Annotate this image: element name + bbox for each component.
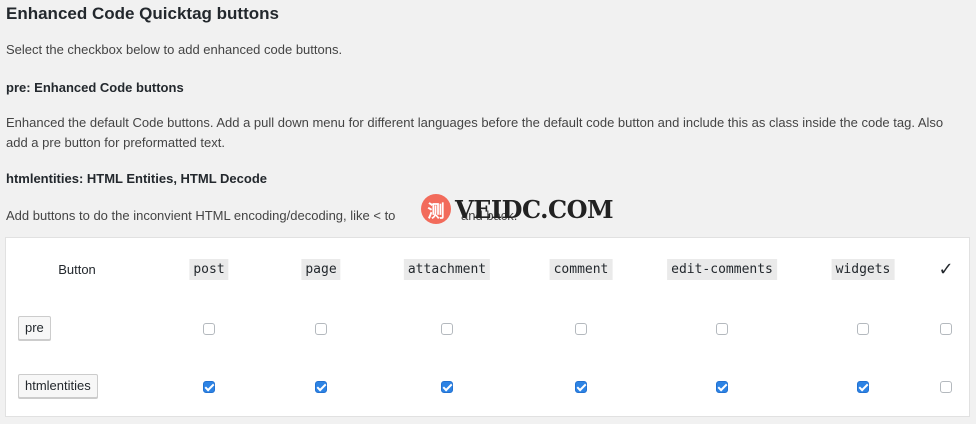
pre-page-checkbox[interactable]: [315, 323, 327, 335]
pre-quicktag-button[interactable]: pre: [18, 316, 51, 340]
cell-post: [203, 374, 215, 400]
table-row: pre: [6, 316, 969, 342]
cell-all: [940, 374, 952, 400]
header-post: post: [189, 258, 229, 280]
page-title: Enhanced Code Quicktag buttons: [6, 4, 279, 23]
cell-comment: [575, 374, 587, 400]
pre-edit-comments-checkbox[interactable]: [716, 323, 728, 335]
cell-post: [203, 316, 215, 342]
cell-edit-comments: [716, 374, 728, 400]
htmlentities-edit-comments-checkbox[interactable]: [716, 381, 728, 393]
pre-attachment-checkbox[interactable]: [441, 323, 453, 335]
header-button-col: Button: [58, 254, 96, 284]
pre-comment-checkbox[interactable]: [575, 323, 587, 335]
cell-attachment: [441, 316, 453, 342]
header-col-comment: comment: [549, 254, 613, 284]
header-col-widgets: widgets: [831, 254, 895, 284]
watermark-logo-icon: 测: [421, 194, 451, 224]
header-attachment: attachment: [403, 258, 491, 280]
htmlentities-description-text: Add buttons to do the inconvient HTML en…: [6, 208, 396, 223]
cell-edit-comments: [716, 316, 728, 342]
checkmark-icon: ✓: [938, 258, 954, 279]
cell-page: [315, 374, 327, 400]
htmlentities-widgets-checkbox[interactable]: [857, 381, 869, 393]
pre-widgets-checkbox[interactable]: [857, 323, 869, 335]
header-button-label: Button: [58, 261, 96, 277]
settings-table: Button post page attachment comment edit…: [5, 237, 970, 417]
header-col-page: page: [301, 254, 341, 284]
cell-widgets: [857, 316, 869, 342]
pre-description: Enhanced the default Code buttons. Add a…: [6, 115, 944, 150]
htmlentities-attachment-checkbox[interactable]: [441, 381, 453, 393]
htmlentities-quicktag-button[interactable]: htmlentities: [18, 374, 98, 398]
htmlentities-page-checkbox[interactable]: [315, 381, 327, 393]
header-col-post: post: [189, 254, 229, 284]
header-edit-comments: edit-comments: [667, 258, 777, 280]
intro-text: Select the checkbox below to add enhance…: [6, 42, 343, 57]
header-col-edit-comments: edit-comments: [667, 254, 777, 284]
table-row: htmlentities: [6, 374, 969, 400]
htmlentities-all-checkbox[interactable]: [940, 381, 952, 393]
pre-all-checkbox[interactable]: [940, 323, 952, 335]
header-col-attachment: attachment: [403, 254, 491, 284]
htmlentities-post-checkbox[interactable]: [203, 381, 215, 393]
watermark-text: VEIDC.COM: [455, 194, 614, 224]
header-page: page: [301, 258, 341, 280]
header-comment: comment: [549, 258, 613, 280]
table-header: Button post page attachment comment edit…: [6, 254, 969, 284]
cell-all: [940, 316, 952, 342]
header-widgets: widgets: [831, 258, 895, 280]
pre-heading: pre: Enhanced Code buttons: [6, 80, 184, 95]
cell-comment: [575, 316, 587, 342]
cell-attachment: [441, 374, 453, 400]
htmlentities-comment-checkbox[interactable]: [575, 381, 587, 393]
header-col-all: ✓: [938, 254, 953, 284]
cell-page: [315, 316, 327, 342]
pre-post-checkbox[interactable]: [203, 323, 215, 335]
watermark: 测 VEIDC.COM: [421, 194, 614, 224]
cell-widgets: [857, 374, 869, 400]
htmlentities-heading: htmlentities: HTML Entities, HTML Decode: [6, 171, 267, 186]
